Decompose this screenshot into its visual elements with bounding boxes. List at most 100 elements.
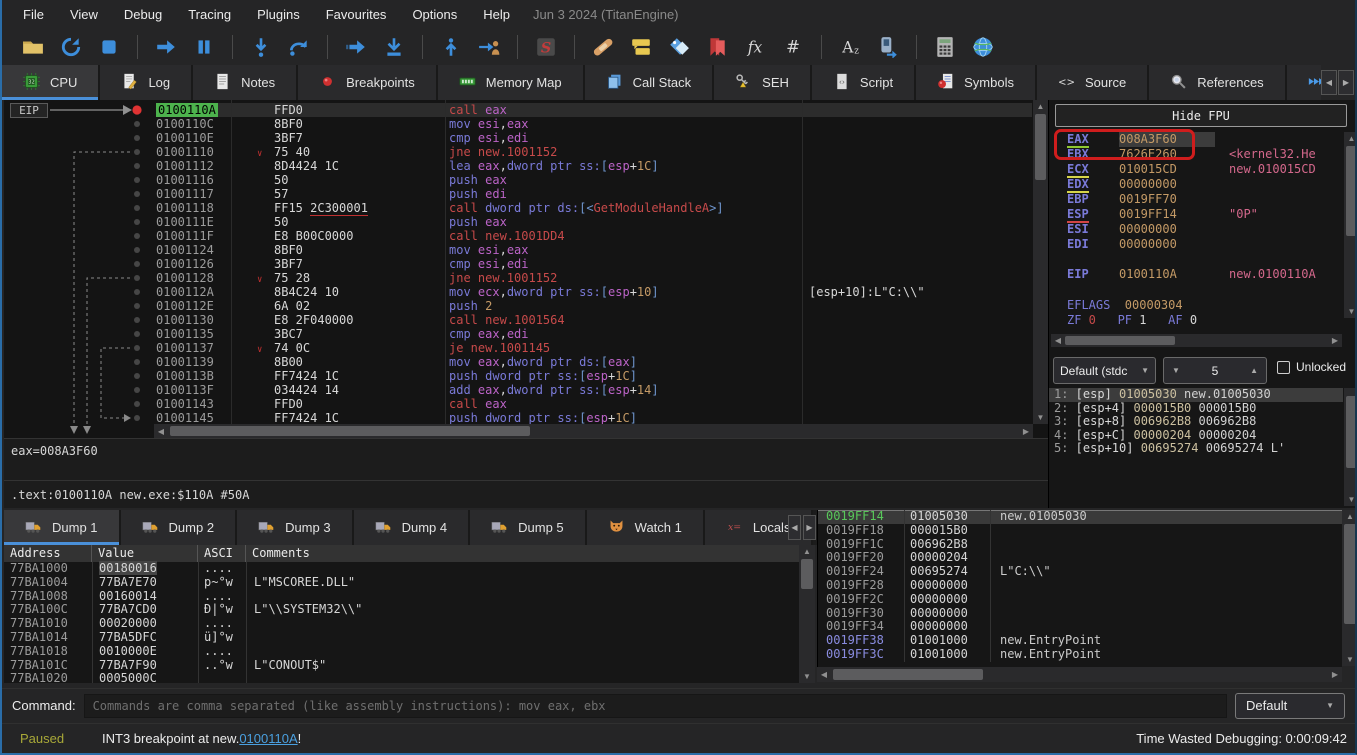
- tab-scroll-left-icon[interactable]: ◀: [1321, 70, 1337, 95]
- menu-file[interactable]: File: [10, 2, 57, 27]
- execute-till-return-icon[interactable]: [439, 35, 463, 59]
- function-icon[interactable]: fx: [743, 35, 767, 59]
- dump-row[interactable]: 77BA100800160014....: [4, 590, 799, 604]
- font-case-icon[interactable]: Az: [838, 35, 862, 59]
- menu-tracing[interactable]: Tracing: [175, 2, 244, 27]
- checkbox-icon[interactable]: [1277, 361, 1290, 374]
- comment-icon[interactable]: [629, 35, 653, 59]
- stop-icon[interactable]: [97, 35, 121, 59]
- stack-hscrollbar[interactable]: ◀ ▶: [817, 667, 1342, 682]
- disasm-vscrollbar[interactable]: ▲ ▼: [1033, 100, 1048, 424]
- hash-icon[interactable]: #: [781, 35, 805, 59]
- dump-row[interactable]: 77BA10200005000C: [4, 672, 799, 683]
- unlocked-checkbox[interactable]: Unlocked: [1277, 360, 1346, 374]
- menu-view[interactable]: View: [57, 2, 111, 27]
- tab-dump-1[interactable]: Dump 1: [4, 510, 121, 545]
- tab-seh[interactable]: SEH: [714, 65, 812, 100]
- menu-favourites[interactable]: Favourites: [313, 2, 400, 27]
- open-folder-icon[interactable]: [21, 35, 45, 59]
- disasm-hscrollbar[interactable]: ◀ ▶: [154, 424, 1033, 438]
- dump-tab-scroll-right-icon[interactable]: ▶: [803, 515, 816, 540]
- stack-row[interactable]: 0019FF3C01001000new.EntryPoint: [818, 648, 1342, 662]
- tab-scroll-right-icon[interactable]: ▶: [1338, 70, 1354, 95]
- run-icon[interactable]: [154, 35, 178, 59]
- disasm-row[interactable]: 010011398B00mov eax,dword ptr ds:[eax]: [156, 355, 1032, 369]
- tab-dump-4[interactable]: Dump 4: [354, 510, 471, 545]
- register-row-edx[interactable]: EDX00000000: [1049, 177, 1343, 192]
- disasm-row[interactable]: 01001110∨75 40jne new.1001152: [156, 145, 1032, 159]
- disasm-row[interactable]: 0100112E6A 02push 2: [156, 299, 1032, 313]
- run-to-user-icon[interactable]: [344, 35, 368, 59]
- dump-vscrollbar[interactable]: ▲ ▼: [799, 545, 815, 683]
- argument-row[interactable]: 1: [esp] 01005030 new.01005030: [1049, 388, 1343, 402]
- tab-symbols[interactable]: Symbols: [916, 65, 1037, 100]
- stack-row[interactable]: 0019FF1401005030new.01005030: [818, 510, 1342, 524]
- globe-icon[interactable]: [971, 35, 995, 59]
- dump-row[interactable]: 77BA101000020000....: [4, 617, 799, 631]
- disassembly-pane[interactable]: EIP 0100110AFFD0call eax0100110C8BF0mov …: [4, 100, 1048, 438]
- hide-fpu-button[interactable]: Hide FPU: [1055, 104, 1347, 127]
- step-over-icon[interactable]: [287, 35, 311, 59]
- menu-debug[interactable]: Debug: [111, 2, 175, 27]
- tab-call-stack[interactable]: Call Stack: [585, 65, 715, 100]
- register-row-eax[interactable]: EAX008A3F60: [1049, 132, 1343, 147]
- pause-icon[interactable]: [192, 35, 216, 59]
- disasm-row[interactable]: 0100110AFFD0call eax: [156, 103, 1032, 117]
- label-icon[interactable]: [667, 35, 691, 59]
- tab-notes[interactable]: Notes: [193, 65, 298, 100]
- disasm-row[interactable]: 01001137∨74 0Cje new.1001145: [156, 341, 1032, 355]
- dump-row[interactable]: 77BA100C77BA7CD0Ð|°wL"\\SYSTEM32\\": [4, 603, 799, 617]
- flags-row[interactable]: ZF 0 PF 1 AF 0: [1049, 313, 1343, 328]
- disasm-row[interactable]: 010011248BF0mov esi,eax: [156, 243, 1032, 257]
- patch-icon[interactable]: [591, 35, 615, 59]
- restart-icon[interactable]: [59, 35, 83, 59]
- menu-help[interactable]: Help: [470, 2, 523, 27]
- disasm-row[interactable]: 0100111E50push eax: [156, 215, 1032, 229]
- register-row-esp[interactable]: ESP0019FF14"0P": [1049, 207, 1343, 222]
- dump-row[interactable]: 77BA101C77BA7F90..°wL"CONOUT$": [4, 659, 799, 673]
- disasm-row[interactable]: 01001143FFD0call eax: [156, 397, 1032, 411]
- tab-references[interactable]: References: [1149, 65, 1286, 100]
- dump-row[interactable]: 77BA100000180016....: [4, 562, 799, 576]
- disasm-row[interactable]: 01001118FF15 2C300001call dword ptr ds:[…: [156, 201, 1032, 215]
- step-into-icon[interactable]: [249, 35, 273, 59]
- stack-row[interactable]: 0019FF18000015B0: [818, 524, 1342, 538]
- arguments-vscrollbar[interactable]: ▼: [1344, 388, 1357, 506]
- disasm-row[interactable]: 010011353BC7cmp eax,edi: [156, 327, 1032, 341]
- patch-s-icon[interactable]: S: [534, 35, 558, 59]
- tab-script[interactable]: ‹›Script: [812, 65, 916, 100]
- eflags-row[interactable]: EFLAGS 00000304: [1049, 298, 1343, 313]
- dump-row[interactable]: 77BA101477BA5DFCü]°w: [4, 631, 799, 645]
- stack-row[interactable]: 0019FF3400000000: [818, 620, 1342, 634]
- dump-tab-scroll-left-icon[interactable]: ◀: [788, 515, 801, 540]
- register-row-ebp[interactable]: EBP0019FF70: [1049, 192, 1343, 207]
- disasm-row[interactable]: 010011128D4424 1Clea eax,dword ptr ss:[e…: [156, 159, 1032, 173]
- register-row-ebx[interactable]: EBX7626E260<kernel32.He: [1049, 147, 1343, 162]
- command-script-type-select[interactable]: Default ▼: [1235, 693, 1345, 719]
- breakpoint-address-link[interactable]: 0100110A: [239, 731, 297, 746]
- step-out-icon[interactable]: [382, 35, 406, 59]
- stack-row[interactable]: 0019FF1C006962B8: [818, 538, 1342, 552]
- argument-row[interactable]: 3: [esp+8] 006962B8 006962B8: [1049, 415, 1343, 429]
- menu-plugins[interactable]: Plugins: [244, 2, 313, 27]
- bookmark-icon[interactable]: [705, 35, 729, 59]
- disasm-row[interactable]: 0100113BFF7424 1Cpush dword ptr ss:[esp+…: [156, 369, 1032, 383]
- disasm-row[interactable]: 0100111FE8 B00C0000call new.1001DD4: [156, 229, 1032, 243]
- registers-vscrollbar[interactable]: ▲ ▼: [1344, 132, 1357, 318]
- disasm-row[interactable]: 01001128∨75 28jne new.1001152: [156, 271, 1032, 285]
- stack-row[interactable]: 0019FF2800000000: [818, 579, 1342, 593]
- stack-row[interactable]: 0019FF2400695274L"C:\\": [818, 565, 1342, 579]
- switch-view-icon[interactable]: [876, 35, 900, 59]
- stack-row[interactable]: 0019FF3000000000: [818, 607, 1342, 621]
- tab-dump-3[interactable]: Dump 3: [237, 510, 354, 545]
- registers-hscrollbar[interactable]: ◀ ▶: [1051, 334, 1342, 347]
- menu-options[interactable]: Options: [399, 2, 470, 27]
- attach-icon[interactable]: [477, 35, 501, 59]
- disasm-row[interactable]: 01001130E8 2F040000call new.1001564: [156, 313, 1032, 327]
- stack-row[interactable]: 0019FF2000000204: [818, 551, 1342, 565]
- calling-convention-select[interactable]: Default (stdc▼: [1053, 357, 1156, 384]
- disasm-row[interactable]: 0100113F034424 14add eax,dword ptr ss:[e…: [156, 383, 1032, 397]
- command-input[interactable]: [84, 694, 1227, 718]
- tab-log[interactable]: Log: [100, 65, 193, 100]
- dump-row[interactable]: 77BA10180010000E....: [4, 645, 799, 659]
